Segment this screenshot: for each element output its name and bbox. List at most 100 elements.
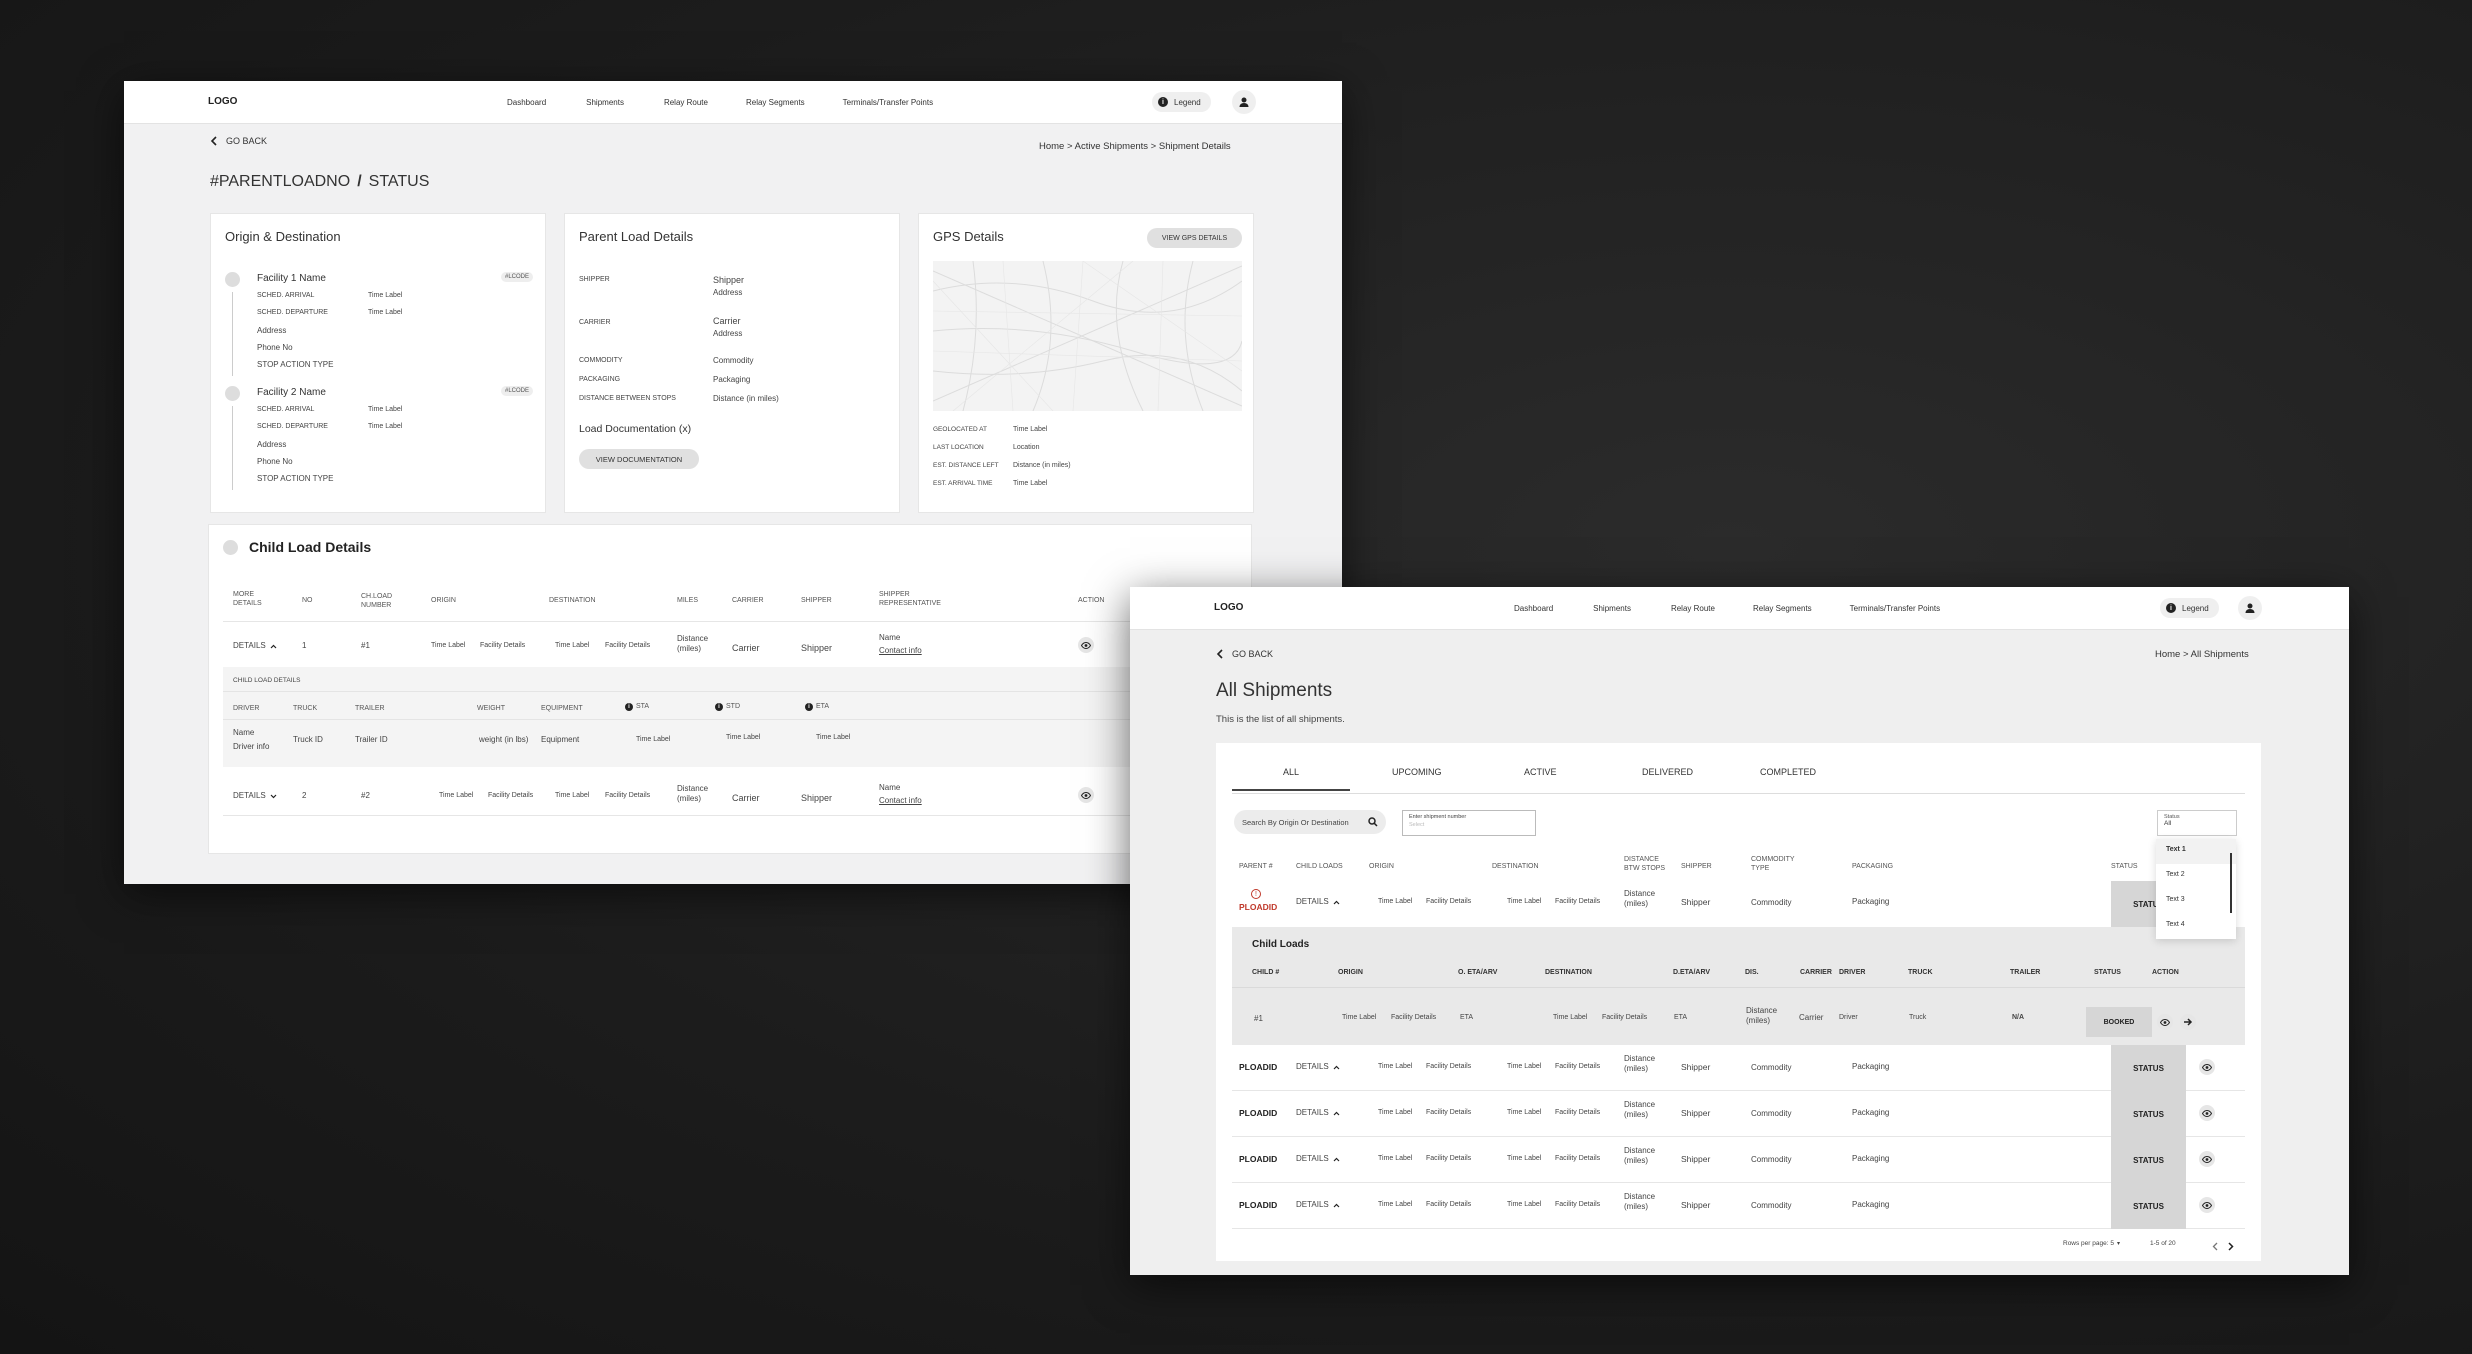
user-icon[interactable] xyxy=(2238,596,2262,620)
origin-facility: Facility Details xyxy=(1426,1063,1472,1070)
view-icon[interactable] xyxy=(2199,1151,2215,1167)
table-row[interactable]: PLOADID DETAILS Time Label Facility Details… xyxy=(1232,1091,2245,1137)
rep-contact-link[interactable]: Contact info xyxy=(879,796,922,806)
status-badge: STATUS xyxy=(2111,1091,2186,1137)
title-separator: / xyxy=(357,173,362,190)
destination-facility: Facility Details xyxy=(1555,898,1601,905)
prev-page-icon[interactable] xyxy=(2212,1238,2218,1256)
option-label: Text 1 xyxy=(2166,846,2186,853)
go-back-link[interactable]: GO BACK xyxy=(210,136,267,146)
details-toggle[interactable]: DETAILS xyxy=(1296,897,1340,907)
commodity: Commodity xyxy=(1751,1063,1792,1072)
gps-map[interactable] xyxy=(933,261,1242,411)
col-origin: ORIGIN xyxy=(1338,969,1363,976)
chevron-up-icon xyxy=(1333,1065,1340,1069)
col-distance: DISTANCE BTW STOPS xyxy=(1624,856,1666,872)
details-toggle[interactable]: DETAILS xyxy=(1296,1062,1340,1072)
go-back-link[interactable]: GO BACK xyxy=(1216,649,1273,659)
top-nav: LOGO Dashboard Shipments Relay Route Rel… xyxy=(1130,587,2349,630)
destination-time: Time Label xyxy=(1507,1063,1542,1070)
user-icon[interactable] xyxy=(1232,90,1256,114)
destination-eta: ETA xyxy=(1674,1014,1688,1021)
origin-time: Time Label xyxy=(1378,898,1413,905)
details-toggle[interactable]: DETAILS xyxy=(1296,1200,1340,1210)
dropdown-option[interactable]: Text 2 xyxy=(2156,864,2236,889)
tab-active[interactable]: ACTIVE xyxy=(1524,767,1557,777)
tab-completed[interactable]: COMPLETED xyxy=(1760,767,1816,777)
distance-label: DISTANCE BETWEEN STOPS xyxy=(579,395,676,402)
arrow-right-icon[interactable] xyxy=(2180,1014,2196,1030)
carrier: Carrier xyxy=(732,643,760,653)
nav-terminals[interactable]: Terminals/Transfer Points xyxy=(1850,604,1940,613)
view-icon[interactable] xyxy=(2157,1014,2173,1030)
view-icon[interactable] xyxy=(2199,1059,2215,1075)
info-icon: i xyxy=(715,703,723,712)
details-toggle[interactable]: DETAILS xyxy=(1296,1154,1340,1164)
details-toggle[interactable]: DETAILS xyxy=(233,791,277,801)
search-input[interactable]: Search By Origin Or Destination xyxy=(1234,810,1386,834)
eta-header: i ETA xyxy=(805,703,829,712)
all-shipments-window: LOGO Dashboard Shipments Relay Route Rel… xyxy=(1130,587,2349,1275)
nav-shipments[interactable]: Shipments xyxy=(586,98,624,107)
chevron-left-icon xyxy=(210,136,217,146)
stop-marker-icon xyxy=(225,272,240,287)
next-page-icon[interactable] xyxy=(2228,1238,2234,1256)
table-row[interactable]: PLOADID DETAILS Time Label Facility Details… xyxy=(1232,1137,2245,1183)
dropdown-option[interactable]: Text 1 xyxy=(2156,839,2236,864)
tab-all[interactable]: ALL xyxy=(1232,767,1350,791)
rows-per-page[interactable]: Rows per page: 5 ▾ xyxy=(2063,1240,2120,1247)
tab-label: ALL xyxy=(1282,767,1299,777)
details-toggle[interactable]: DETAILS xyxy=(1296,1108,1340,1118)
view-icon[interactable] xyxy=(1078,637,1094,653)
nav-dashboard[interactable]: Dashboard xyxy=(1514,604,1553,613)
destination-time: Time Label xyxy=(1507,1201,1542,1208)
nav-terminals[interactable]: Terminals/Transfer Points xyxy=(843,98,933,107)
view-icon[interactable] xyxy=(2199,1197,2215,1213)
details-label: DETAILS xyxy=(1296,1200,1329,1209)
std-header: i STD xyxy=(715,703,740,712)
nav-relay-route[interactable]: Relay Route xyxy=(664,98,708,107)
legend-button[interactable]: i Legend xyxy=(1152,92,1211,112)
rep-contact-link[interactable]: Contact info xyxy=(879,646,922,656)
view-gps-button[interactable]: VIEW GPS DETAILS xyxy=(1147,228,1242,248)
col-trailer: TRAILER xyxy=(355,705,385,712)
tab-upcoming[interactable]: UPCOMING xyxy=(1392,767,1442,777)
card-title: Parent Load Details xyxy=(579,229,694,244)
view-documentation-button[interactable]: VIEW DOCUMENTATION xyxy=(579,449,699,469)
distance-left-value: Distance (in miles) xyxy=(1013,462,1071,469)
status-badge: STATUS xyxy=(2111,1045,2186,1091)
nav-dashboard[interactable]: Dashboard xyxy=(507,98,546,107)
col-eta: ETA xyxy=(816,703,830,710)
dropdown-option[interactable]: Text 4 xyxy=(2156,914,2236,939)
row-load-number: #2 xyxy=(361,791,370,800)
nav-shipments[interactable]: Shipments xyxy=(1593,604,1631,613)
nav-relay-segments[interactable]: Relay Segments xyxy=(1753,604,1812,613)
shipment-number-field[interactable]: Enter shipment number Select xyxy=(1402,810,1536,836)
col-origin: ORIGIN xyxy=(1369,863,1394,870)
status-select[interactable]: Status All xyxy=(2157,810,2237,836)
col-status: STATUS xyxy=(2094,969,2121,976)
destination-facility: Facility Details xyxy=(1555,1063,1601,1070)
commodity: Commodity xyxy=(1751,898,1792,907)
origin-time: Time Label xyxy=(1342,1014,1377,1021)
scrollbar[interactable] xyxy=(2230,853,2232,913)
table-row[interactable]: PLOADID DETAILS Time Label Facility Details… xyxy=(1232,1045,2245,1091)
distance: Distance (miles) xyxy=(1624,1146,1656,1165)
table-row[interactable]: PLOADID DETAILS Time Label Facility Details… xyxy=(1232,1183,2245,1229)
info-icon: i xyxy=(625,703,633,712)
nav-relay-segments[interactable]: Relay Segments xyxy=(746,98,805,107)
dropdown-option[interactable]: Text 3 xyxy=(2156,889,2236,914)
commodity: Commodity xyxy=(1751,1155,1792,1164)
col-driver: DRIVER xyxy=(233,705,260,712)
destination-time: Time Label xyxy=(555,792,590,799)
legend-button[interactable]: i Legend xyxy=(2160,598,2219,618)
parent-id: PLOADID xyxy=(1239,1062,1278,1072)
table-row[interactable]: ! PLOADID DETAILS Time Label Facility De… xyxy=(1232,881,2261,927)
col-commodity-type: COMMODITY TYPE xyxy=(1751,856,1795,872)
view-icon[interactable] xyxy=(1078,787,1094,803)
view-icon[interactable] xyxy=(2199,1105,2215,1121)
nav-relay-route[interactable]: Relay Route xyxy=(1671,604,1715,613)
details-toggle[interactable]: DETAILS xyxy=(233,641,277,651)
sub-title: CHILD LOAD DETAILS xyxy=(233,677,301,684)
tab-delivered[interactable]: DELIVERED xyxy=(1642,767,1693,777)
